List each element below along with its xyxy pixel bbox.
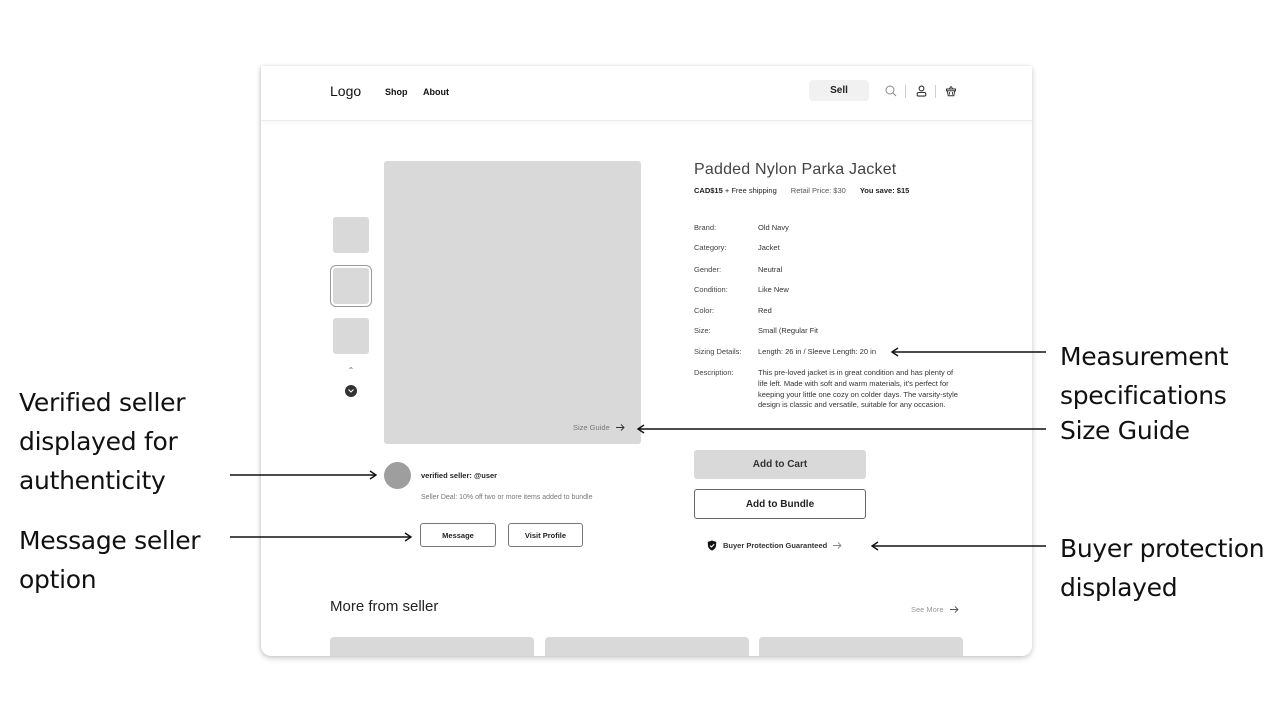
annotation-buyer-protection: Buyer protection displayed [1060,534,1265,602]
arrow-right-icon [833,542,842,549]
seller-item-card[interactable] [545,637,749,656]
spec-label: Size: [694,326,711,335]
spec-label: Condition: [694,285,728,294]
spec-label: Category: [694,243,727,252]
chevron-down-icon[interactable] [345,385,357,397]
nav-about-link[interactable]: About [423,87,449,97]
top-navigation-bar: Logo Shop About Sell [261,66,1032,121]
basket-icon[interactable] [944,84,958,98]
logo[interactable]: Logo [330,83,361,99]
size-guide-label: Size Guide [573,423,610,432]
seller-avatar[interactable] [384,462,411,489]
annotation-message-seller: Message seller option [19,526,201,594]
retail-price: Retail Price: $30 [790,186,846,195]
spec-value: Red [758,306,772,315]
buyer-protection-link[interactable]: Buyer Protection Guaranteed [707,540,842,551]
add-to-cart-button[interactable]: Add to Cart [694,450,866,479]
spec-value: Neutral [758,265,783,274]
annotation-measurement: Measurement specifications [1060,342,1229,410]
chevron-up-icon[interactable]: ⌃ [345,366,357,376]
spec-value: Length: 26 in / Sleeve Length: 20 in [758,347,877,356]
shipping-info: + Free shipping [724,186,777,195]
spec-label: Color: [694,306,715,315]
annotation-verified-seller: Verified seller displayed for authentici… [19,388,186,495]
spec-value: Jacket [758,243,780,252]
message-button[interactable]: Message [420,523,496,547]
thumbnail-2-selected[interactable] [330,265,372,307]
seller-item-card[interactable] [759,637,963,656]
spec-label: Description: [694,368,734,377]
product-page-card: Logo Shop About Sell ⌃ Size Guide verifi… [261,66,1032,656]
verified-seller-name[interactable]: verified seller: @user [421,471,497,480]
thumbnail-1[interactable] [333,217,369,253]
spec-value: Old Navy [758,223,789,232]
spec-label: Gender: [694,265,722,274]
spec-row-size: Size: Small (Regular Fit [694,326,958,337]
search-icon[interactable] [884,84,898,98]
user-icon[interactable] [914,84,928,98]
product-title: Padded Nylon Parka Jacket [694,161,897,178]
spec-row-sizing-details: Sizing Details: Length: 26 in / Sleeve Le… [694,347,958,358]
savings: You save: $15 [859,186,910,195]
shield-check-icon [707,540,717,551]
main-product-image [384,161,641,444]
spec-row-color: Color: Red [694,306,958,317]
spec-label: Brand: [694,223,717,232]
spec-value: Like New [758,285,789,294]
see-more-label: See More [911,605,944,614]
thumbnail-3[interactable] [333,318,369,354]
buyer-protection-label: Buyer Protection Guaranteed [723,541,828,550]
nav-shop-link[interactable]: Shop [385,87,408,97]
spec-label: Sizing Details: [694,347,742,356]
more-from-seller-heading: More from seller [330,598,439,615]
price: CAD$15 [694,186,723,195]
sell-button[interactable]: Sell [809,80,869,101]
icon-divider [935,85,936,98]
icon-divider [905,85,906,98]
seller-item-card[interactable] [330,637,534,656]
spec-row-description: Description: This pre-loved jacket is in … [694,368,958,411]
spec-row-condition: Condition: Like New [694,285,958,296]
spec-row-brand: Brand: Old Navy [694,223,958,234]
arrow-right-icon [949,606,959,613]
visit-profile-button[interactable]: Visit Profile [508,523,583,547]
arrow-right-icon [615,424,625,431]
annotation-size-guide: Size Guide [1060,416,1190,445]
spec-value: Small (Regular Fit [758,326,819,335]
spec-value: This pre-loved jacket is in great condit… [758,368,958,410]
spec-row-gender: Gender: Neutral [694,265,958,276]
price-line: CAD$15 + Free shipping Retail Price: $30… [694,186,909,195]
add-to-bundle-button[interactable]: Add to Bundle [694,489,866,519]
see-more-link[interactable]: See More [911,605,959,614]
spec-row-category: Category: Jacket [694,243,958,254]
size-guide-link[interactable]: Size Guide [573,423,625,432]
seller-deal-text: Seller Deal: 10% off two or more items a… [421,494,593,501]
